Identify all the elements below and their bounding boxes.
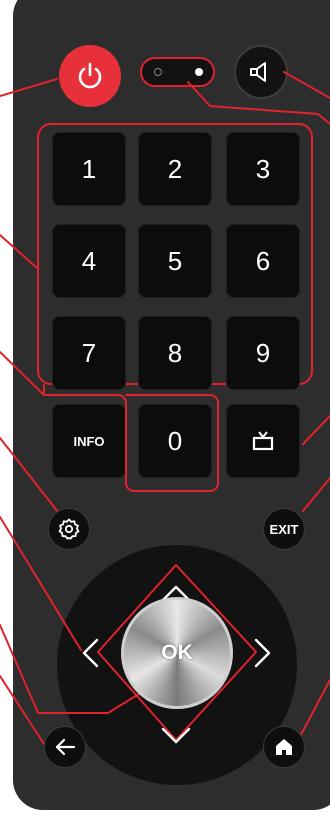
back-button[interactable] bbox=[44, 726, 86, 768]
settings-button[interactable] bbox=[48, 508, 90, 550]
chevron-right-icon[interactable] bbox=[253, 637, 273, 669]
exit-label: EXIT bbox=[269, 521, 299, 537]
gear-icon bbox=[58, 518, 80, 540]
ok-button[interactable]: OK bbox=[121, 597, 233, 709]
arrow-left-icon bbox=[55, 738, 76, 756]
chevron-left-icon[interactable] bbox=[80, 637, 100, 669]
chevron-down-icon[interactable] bbox=[160, 726, 192, 746]
home-icon bbox=[276, 739, 292, 755]
home-button[interactable] bbox=[263, 726, 305, 768]
exit-button[interactable]: EXIT bbox=[263, 508, 305, 550]
